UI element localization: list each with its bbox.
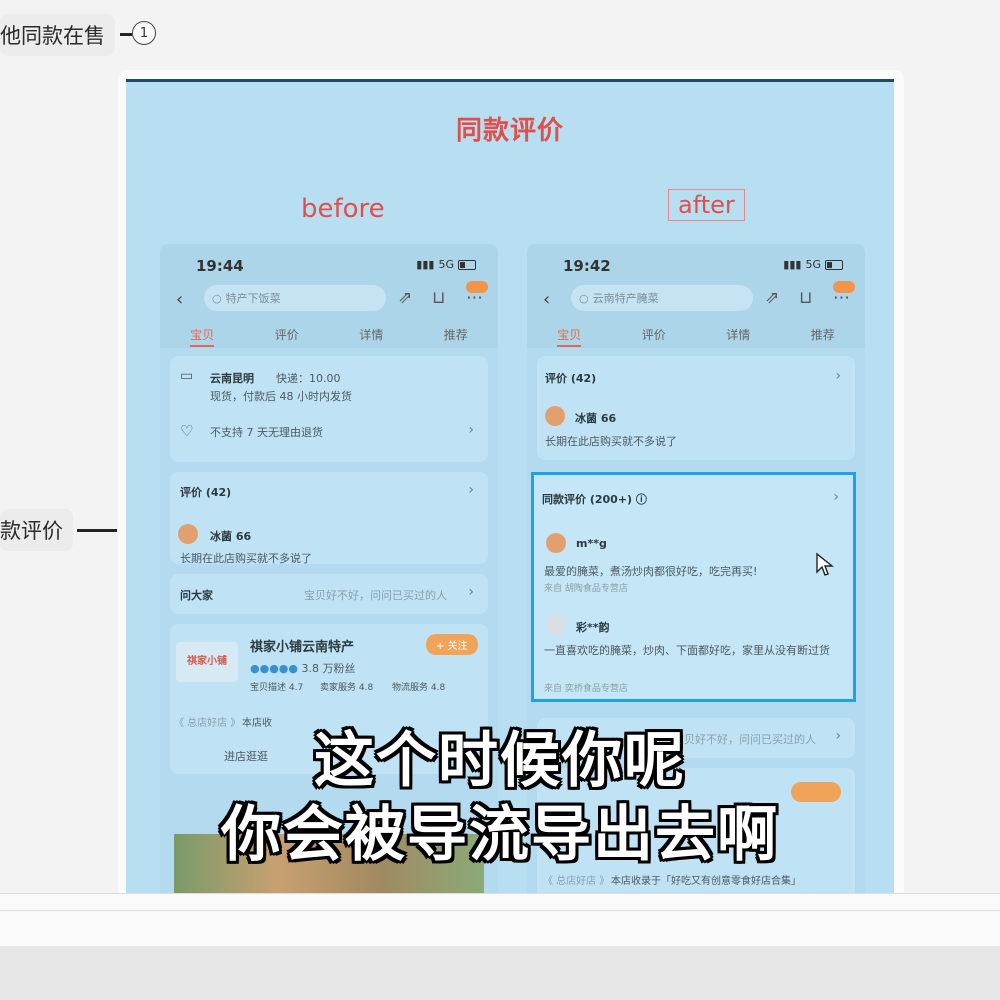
same-source-1: 来自 胡陶食品专营店 <box>544 584 628 594</box>
rating-icons: ●●●●● <box>250 662 298 675</box>
truck-icon: ▭ <box>180 368 194 384</box>
shop-score-desc: 宝贝描述 4.7 <box>250 683 304 693</box>
back-icon[interactable]: ‹ <box>543 289 550 310</box>
bottom-background <box>0 946 1000 1000</box>
tab-item[interactable]: 宝贝 <box>557 326 582 347</box>
ship-fee: 快递：10.00 <box>276 372 341 385</box>
avatar <box>546 615 566 635</box>
same-reviews-header: 同款评价 (200+) ⓘ <box>542 493 647 506</box>
shipping-card: ▭ 云南昆明 快递：10.00 现货，付款后 48 小时内发货 ♡ 不支持 7 … <box>170 356 488 462</box>
signal-icon: ▮▮▮ <box>416 258 435 271</box>
same-review-2: 一直喜欢吃的腌菜，炒肉、下面都好吃，家里从没有断过货 <box>544 644 830 657</box>
review-text: 长期在此店购买就不多说了 <box>545 435 677 448</box>
cart-icon[interactable]: ⊔ <box>799 288 812 308</box>
shop-tag: 《 总店好店 》 <box>543 876 610 887</box>
search-icon: ○ <box>212 291 222 305</box>
ask-label: 问大家 <box>180 589 213 602</box>
shop-logo: 祺家小铺 <box>176 642 238 682</box>
tab-bar: 宝贝 评价 详情 推荐 <box>160 326 498 347</box>
search-input[interactable]: ○ 云南特产腌菜 <box>571 285 753 311</box>
reviews-card[interactable]: 评价 (42) › 冰菌 66 长期在此店购买就不多说了 <box>170 472 488 565</box>
status-time: 19:42 <box>563 257 611 275</box>
mindmap-collapse-badge[interactable]: 1 <box>132 21 156 45</box>
heart-icon: ♡ <box>180 422 194 440</box>
avatar <box>545 406 565 426</box>
bottom-toolbar <box>0 893 1000 947</box>
caption-line-2: 你会被导流导出去啊 <box>221 800 779 870</box>
chevron-right-icon: › <box>468 584 474 600</box>
shop-collection-note: 本店收录于「好吃又有创意零食好店合集」 <box>611 876 801 887</box>
chevron-right-icon: › <box>833 489 839 505</box>
info-icon: ⓘ <box>635 493 647 506</box>
tab-item[interactable]: 宝贝 <box>190 326 215 347</box>
return-policy[interactable]: 不支持 7 天无理由退货 <box>210 424 323 440</box>
avatar <box>178 524 198 544</box>
shop-score-service: 卖家服务 4.8 <box>320 683 374 693</box>
tab-reviews[interactable]: 评价 <box>642 326 666 347</box>
chevron-right-icon: › <box>468 422 474 438</box>
reviewer-name: 冰菌 66 <box>575 412 617 425</box>
chevron-right-icon: › <box>468 482 474 498</box>
shop-name: 祺家小铺云南特产 <box>250 640 355 655</box>
battery-icon <box>825 259 843 270</box>
signal-icon: ▮▮▮ <box>783 258 802 271</box>
reviews-header: 评价 (42) <box>545 372 597 385</box>
back-icon[interactable]: ‹ <box>176 289 183 310</box>
after-label: after <box>668 189 745 221</box>
same-reviewer-1: m**g <box>576 537 607 550</box>
same-reviews-highlight[interactable]: 同款评价 (200+) ⓘ › m**g 最爱的腌菜，煮汤炒肉都很好吃，吃完再买… <box>531 472 856 702</box>
tab-recommend[interactable]: 推荐 <box>811 326 835 347</box>
status-bar: ▮▮▮ 5G <box>416 258 476 271</box>
tab-recommend[interactable]: 推荐 <box>444 326 468 347</box>
avatar <box>546 533 566 553</box>
before-label: before <box>301 194 385 224</box>
mindmap-node-same-in-sale[interactable]: 他同款在售 <box>0 14 115 56</box>
shop-score-logistics: 物流服务 4.8 <box>392 683 446 693</box>
ask-card[interactable]: 问大家 宝贝好不好，问问已买过的人 › <box>170 574 488 614</box>
tab-details[interactable]: 详情 <box>359 326 383 347</box>
ship-origin: 云南昆明 <box>210 372 254 385</box>
follow-button[interactable]: + 关注 <box>426 634 478 655</box>
same-reviewer-2: 彩**韵 <box>576 621 610 634</box>
mouse-cursor-icon <box>816 552 834 576</box>
ship-note: 现货，付款后 48 小时内发货 <box>210 390 352 403</box>
reviews-card[interactable]: 评价 (42) › 冰菌 66 长期在此店购买就不多说了 <box>537 356 855 460</box>
review-text: 长期在此店购买就不多说了 <box>180 552 312 565</box>
status-bar: ▮▮▮ 5G <box>783 258 843 271</box>
reviews-header: 评价 (42) <box>180 486 232 499</box>
slide-title: 同款评价 <box>455 116 564 146</box>
cart-icon[interactable]: ⊔ <box>432 288 445 308</box>
mindmap-connector <box>120 33 132 36</box>
ask-hint: 宝贝好不好，问问已买过的人 <box>304 589 447 602</box>
share-icon[interactable]: ⇗ <box>765 288 779 308</box>
battery-icon <box>458 259 476 270</box>
reviewer-name: 冰菌 66 <box>210 530 252 543</box>
shop-fans: ●●●●● 3.8 万粉丝 <box>250 662 356 675</box>
tab-bar: 宝贝 评价 详情 推荐 <box>527 326 865 347</box>
share-icon[interactable]: ⇗ <box>398 288 412 308</box>
status-time: 19:44 <box>196 257 244 275</box>
search-input[interactable]: ○ 特产下饭菜 <box>204 285 386 311</box>
same-review-1: 最爱的腌菜，煮汤炒肉都很好吃，吃完再买! <box>544 565 758 578</box>
same-source-2: 来自 奕桥食品专营店 <box>544 684 628 694</box>
message-badge <box>833 281 855 293</box>
mindmap-node-label: 款评价 <box>0 519 63 543</box>
search-icon: ○ <box>579 291 589 305</box>
message-badge <box>466 281 488 293</box>
mindmap-node-same-reviews[interactable]: 款评价 <box>0 509 73 551</box>
divider <box>0 910 1000 911</box>
mindmap-connector <box>77 529 117 532</box>
tab-reviews[interactable]: 评价 <box>275 326 299 347</box>
tab-details[interactable]: 详情 <box>726 326 750 347</box>
mindmap-node-label: 他同款在售 <box>0 24 105 48</box>
chevron-right-icon: › <box>835 368 841 384</box>
